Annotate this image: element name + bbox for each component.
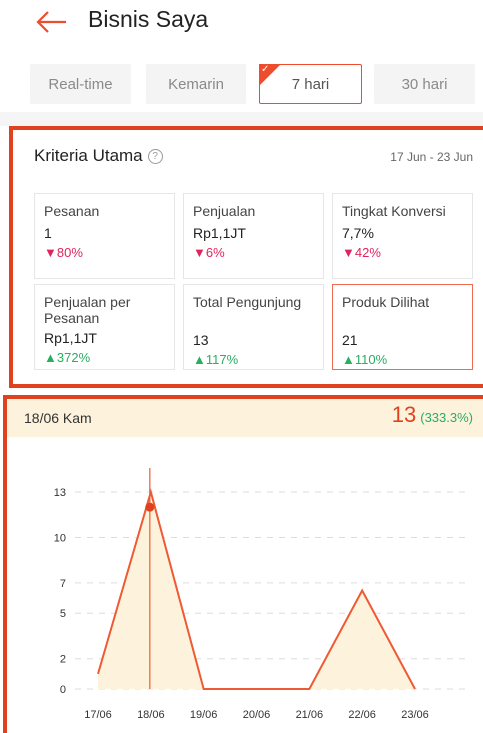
date-range: 17 Jun - 23 Jun [390,150,473,164]
metric-change: ▼80% [44,245,83,260]
metric-card-pesanan[interactable]: Pesanan 1 ▼80% [34,193,175,279]
y-tick-label: 2 [60,654,66,666]
x-tick-label: 21/06 [296,709,324,721]
metric-value: 1 [44,225,52,241]
trend-chart[interactable]: 0 2 5 7 10 13 17/06 18/06 19/06 20/06 21/06 22/06 23… [0,440,483,730]
metric-label: Penjualan [193,203,256,219]
x-tick-label: 17/06 [84,709,112,721]
metric-change: ▼6% [193,245,225,260]
selected-day-percent: (333.3%) [420,410,473,425]
x-tick-label: 23/06 [401,709,429,721]
metric-label: Total Pengunjung [193,294,302,310]
tab-label: 30 hari [401,75,448,93]
help-icon[interactable]: ? [147,148,163,164]
header: Bisnis Saya [0,0,483,44]
metric-card-penjualan-per-pesanan[interactable]: Penjualan per Pesanan Rp1,1JT ▲372% [34,284,175,370]
tab-realtime[interactable]: Real-time [30,64,131,104]
tab-label: 7 hari [291,75,330,93]
tab-label: Kemarin [168,75,224,93]
metric-change: ▼42% [342,245,381,260]
check-icon: ✓ [261,64,270,75]
selected-point [145,502,155,512]
y-tick-label: 13 [54,487,66,499]
selected-day-value: 13 (333.3%) [392,402,473,428]
metric-card-produk-dilihat[interactable]: Produk Dilihat 21 ▲110% [332,284,473,370]
tab-7-hari[interactable]: ✓ 7 hari [259,64,362,104]
metric-label: Tingkat Konversi [342,203,446,219]
tab-kemarin[interactable]: Kemarin [146,64,246,104]
section-title: Kriteria Utama ? [34,146,163,166]
metric-value: Rp1,1JT [193,225,246,241]
metric-card-tingkat-konversi[interactable]: Tingkat Konversi 7,7% ▼42% [332,193,473,279]
metric-card-total-pengunjung[interactable]: Total Pengunjung 13 ▲117% [183,284,324,370]
series-area [98,492,415,689]
x-tick-label: 19/06 [190,709,218,721]
metric-value: Rp1,1JT [44,330,97,346]
tab-30-hari[interactable]: 30 hari [374,64,475,104]
selected-day-count: 13 [391,402,417,427]
metric-label: Pesanan [44,203,100,219]
metric-change: ▲110% [342,352,388,367]
metric-value: 21 [342,332,358,348]
x-tick-label: 22/06 [348,709,376,721]
metric-change: ▲117% [193,352,239,367]
y-tick-label: 7 [60,578,66,590]
metric-change: ▲372% [44,350,91,365]
metric-label: Produk Dilihat [342,294,430,310]
x-tick-label: 18/06 [137,709,165,721]
metric-card-penjualan[interactable]: Penjualan Rp1,1JT ▼6% [183,193,324,279]
metric-label: Penjualan per Pesanan [44,294,131,326]
metric-value: 7,7% [342,225,374,241]
metric-value: 13 [193,332,209,348]
section-divider [0,112,483,126]
tab-label: Real-time [48,75,113,93]
section-title-text: Kriteria Utama [34,146,143,165]
y-tick-label: 10 [54,532,66,544]
y-tick-label: 5 [60,608,66,620]
page-title: Bisnis Saya [88,6,209,32]
selected-day-label: 18/06 Kam [24,410,92,426]
y-tick-label: 0 [60,684,66,696]
period-tabs: Real-time Kemarin ✓ 7 hari 30 hari [30,64,475,104]
back-arrow-icon[interactable] [30,4,70,40]
x-tick-label: 20/06 [243,709,271,721]
